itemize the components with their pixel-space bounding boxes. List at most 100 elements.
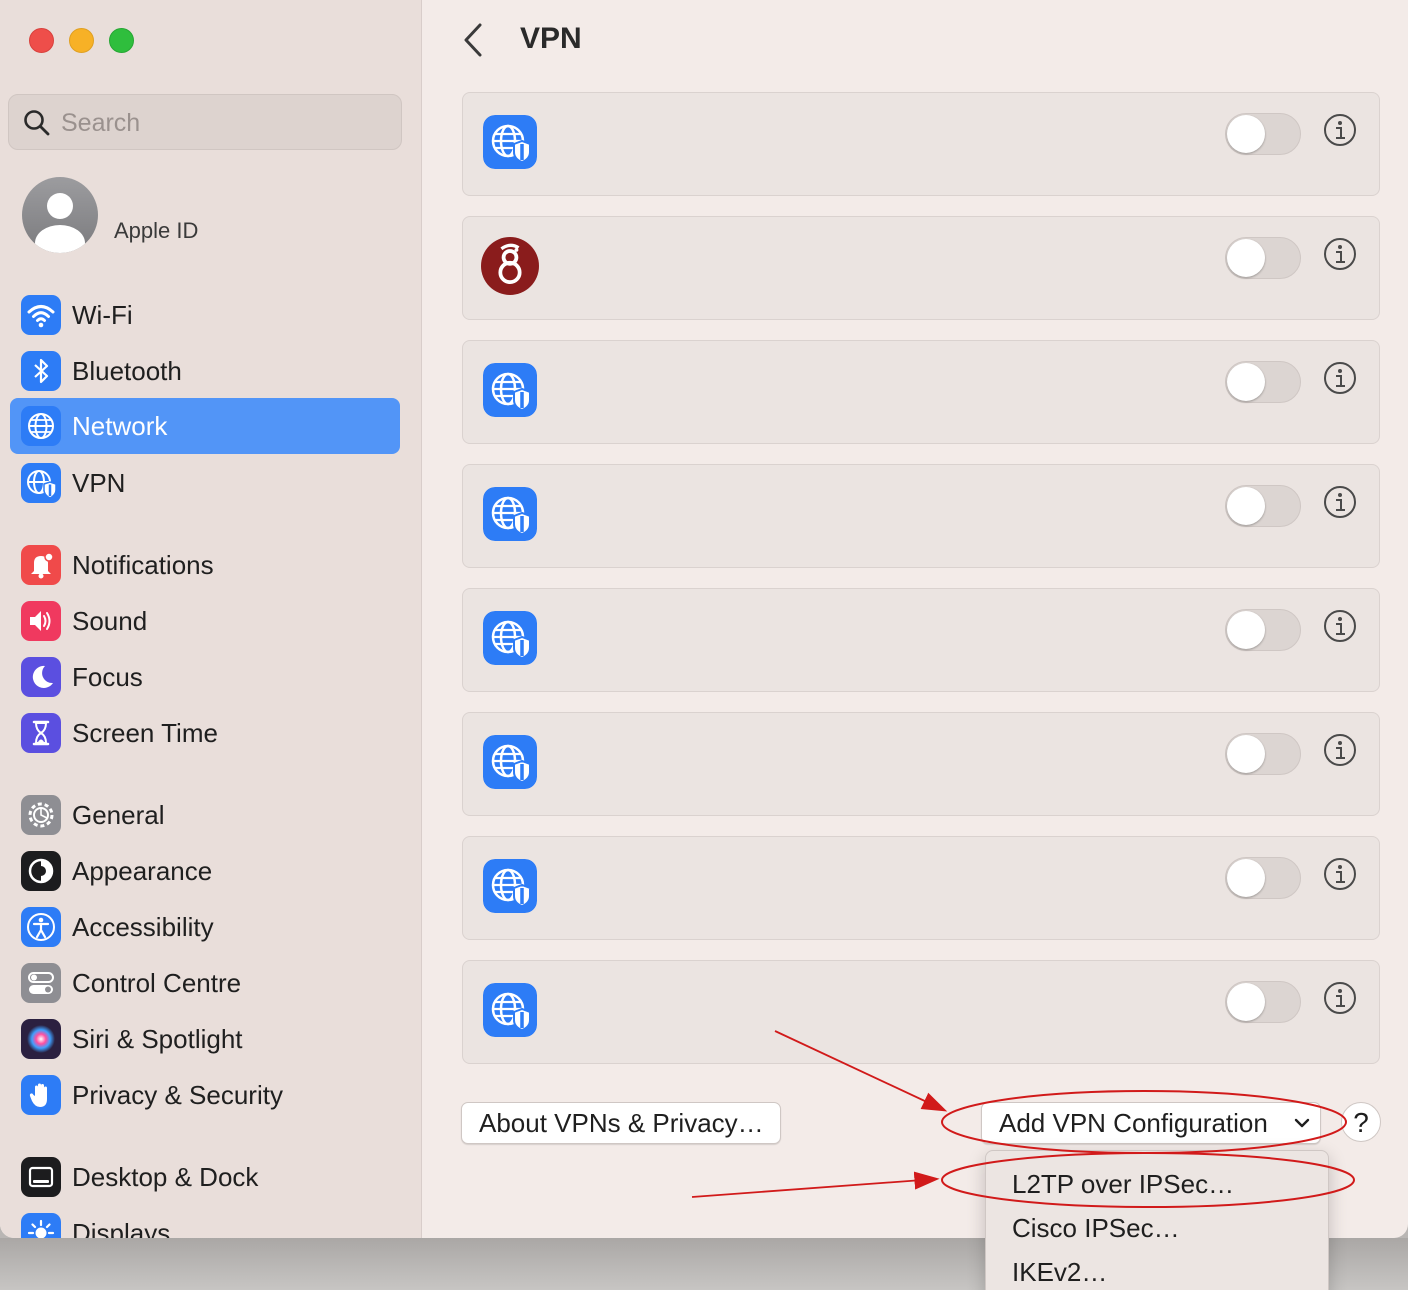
sidebar-item-siri-spotlight[interactable]: Siri & Spotlight: [10, 1011, 400, 1067]
moon-icon: [21, 657, 61, 697]
bell-icon: [21, 545, 61, 585]
help-button[interactable]: ?: [1341, 1102, 1381, 1142]
apple-id-account[interactable]: Apple ID: [20, 175, 400, 255]
menu-item-l2tp-over-ipsec[interactable]: L2TP over IPSec…: [1012, 1169, 1234, 1200]
vpn-globe-shield-icon: [483, 983, 537, 1037]
sidebar-item-network[interactable]: Network: [10, 398, 400, 454]
apple-id-label: Apple ID: [114, 218, 199, 243]
hourglass-icon: [21, 713, 61, 753]
sidebar: Apple ID Wi-Fi Bluetooth Network VPN: [0, 0, 422, 1238]
bluetooth-icon: [21, 351, 61, 391]
vpn-globe-shield-icon: [483, 859, 537, 913]
info-icon[interactable]: [1323, 485, 1357, 519]
vpn-globe-shield-icon: [483, 115, 537, 169]
sidebar-item-label: Notifications: [72, 550, 214, 580]
add-vpn-configuration-button[interactable]: Add VPN Configuration: [981, 1102, 1321, 1144]
sidebar-item-label: Accessibility: [72, 912, 214, 942]
vpn-row[interactable]: [462, 712, 1380, 816]
vpn-row[interactable]: [462, 588, 1380, 692]
sidebar-item-sound[interactable]: Sound: [10, 593, 400, 649]
sidebar-item-desktop-dock[interactable]: Desktop & Dock: [10, 1149, 400, 1205]
toolbar: VPN: [423, 0, 1408, 90]
vpn-globe-shield-icon: [483, 363, 537, 417]
vpn-toggle[interactable]: [1225, 113, 1301, 155]
vpn-row[interactable]: [462, 92, 1380, 196]
sidebar-item-appearance[interactable]: Appearance: [10, 843, 400, 899]
hand-icon: [21, 1075, 61, 1115]
vpn-row[interactable]: [462, 960, 1380, 1064]
main-panel: VPN About VPNs & Privacy… Add VPN Config…: [423, 0, 1408, 1238]
vpn-toggle[interactable]: [1225, 609, 1301, 651]
vpn-row[interactable]: [462, 340, 1380, 444]
about-vpns-privacy-button[interactable]: About VPNs & Privacy…: [461, 1102, 781, 1144]
info-icon[interactable]: [1323, 857, 1357, 891]
sidebar-item-bluetooth[interactable]: Bluetooth: [10, 343, 400, 399]
info-icon[interactable]: [1323, 609, 1357, 643]
accessibility-icon: [21, 907, 61, 947]
appearance-icon: [21, 851, 61, 891]
network-globe-icon: [21, 406, 61, 446]
menu-item-cisco-ipsec[interactable]: Cisco IPSec…: [1012, 1213, 1180, 1244]
close-window-button[interactable]: [29, 28, 54, 53]
sidebar-item-focus[interactable]: Focus: [10, 649, 400, 705]
sidebar-item-displays[interactable]: Displays: [10, 1205, 400, 1238]
sidebar-item-accessibility[interactable]: Accessibility: [10, 899, 400, 955]
chevron-down-icon: [1294, 1118, 1310, 1128]
minimize-window-button[interactable]: [69, 28, 94, 53]
sidebar-item-screen-time[interactable]: Screen Time: [10, 705, 400, 761]
info-icon[interactable]: [1323, 113, 1357, 147]
sidebar-item-label: Focus: [72, 662, 143, 692]
menu-item-ikev2[interactable]: IKEv2…: [1012, 1257, 1107, 1288]
search-input[interactable]: [61, 103, 391, 143]
page-title: VPN: [520, 22, 582, 55]
wifi-icon: [21, 295, 61, 335]
speaker-icon: [21, 601, 61, 641]
about-vpns-privacy-label: About VPNs & Privacy…: [479, 1108, 764, 1138]
vpn-toggle[interactable]: [1225, 857, 1301, 899]
sidebar-item-label: Sound: [72, 606, 148, 636]
control-centre-icon: [21, 963, 61, 1003]
sidebar-item-label: Screen Time: [72, 718, 218, 748]
info-icon[interactable]: [1323, 361, 1357, 395]
info-icon[interactable]: [1323, 981, 1357, 1015]
vpn-toggle[interactable]: [1225, 237, 1301, 279]
back-chevron-icon[interactable]: [461, 22, 487, 58]
sidebar-item-vpn[interactable]: VPN: [10, 455, 400, 511]
vpn-globe-shield-icon: [483, 735, 537, 789]
search-icon: [24, 110, 50, 136]
help-label: ?: [1353, 1107, 1369, 1138]
sidebar-item-label: Control Centre: [72, 968, 242, 998]
vpn-row[interactable]: [462, 464, 1380, 568]
sidebar-item-control-centre[interactable]: Control Centre: [10, 955, 400, 1011]
add-vpn-configuration-label: Add VPN Configuration: [999, 1108, 1268, 1138]
zoom-window-button[interactable]: [109, 28, 134, 53]
info-icon[interactable]: [1323, 733, 1357, 767]
sidebar-item-label: Siri & Spotlight: [72, 1024, 243, 1054]
vpn-toggle[interactable]: [1225, 733, 1301, 775]
vpn-row[interactable]: [462, 216, 1380, 320]
vpn-globe-shield-icon: [483, 487, 537, 541]
vpn-toggle[interactable]: [1225, 361, 1301, 403]
info-icon[interactable]: [1323, 237, 1357, 271]
siri-icon: [21, 1019, 61, 1059]
sidebar-item-label: General: [72, 800, 165, 830]
sidebar-item-wifi[interactable]: Wi-Fi: [10, 287, 400, 343]
wireguard-icon: [481, 237, 539, 295]
vpn-row[interactable]: [462, 836, 1380, 940]
sidebar-item-label: Privacy & Security: [72, 1080, 283, 1110]
sidebar-item-label: Desktop & Dock: [72, 1162, 259, 1192]
sidebar-item-privacy-security[interactable]: Privacy & Security: [10, 1067, 400, 1123]
vpn-globe-shield-icon: [483, 611, 537, 665]
sun-icon: [21, 1213, 61, 1238]
sidebar-item-notifications[interactable]: Notifications: [10, 537, 400, 593]
vpn-toggle[interactable]: [1225, 485, 1301, 527]
vpn-toggle[interactable]: [1225, 981, 1301, 1023]
sidebar-item-label: Bluetooth: [72, 356, 182, 386]
search-field[interactable]: [8, 94, 402, 150]
sidebar-item-general[interactable]: General: [10, 787, 400, 843]
sidebar-item-label: Wi-Fi: [72, 300, 133, 330]
sidebar-item-label: VPN: [72, 468, 126, 498]
settings-window: Apple ID Wi-Fi Bluetooth Network VPN: [0, 0, 1408, 1238]
sidebar-item-label: Appearance: [72, 856, 213, 886]
dock-icon: [21, 1157, 61, 1197]
